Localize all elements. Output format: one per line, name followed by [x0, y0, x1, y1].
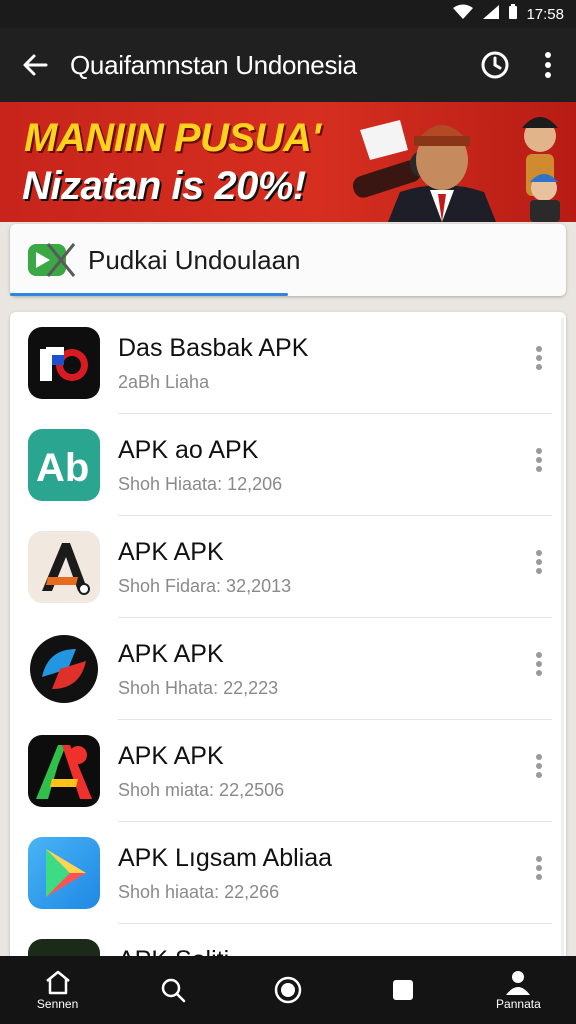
item-more-button[interactable] — [524, 746, 554, 786]
list-item[interactable]: Das Basbak APK 2aBh Liaha — [10, 312, 566, 414]
app-name: APK ao APK — [118, 436, 259, 464]
nav-recents[interactable] — [346, 956, 461, 1024]
banner-illustration — [352, 117, 560, 222]
square-icon — [393, 980, 414, 1000]
profile-icon — [506, 971, 531, 995]
app-meta: Shoh Fidara: 32,2013 — [118, 576, 292, 596]
back-arrow-icon — [23, 54, 48, 76]
bottom-nav: Sennen Pannata — [0, 956, 576, 1024]
more-vertical-icon — [545, 52, 551, 78]
app-name: APK APK — [118, 742, 224, 770]
list-item[interactable]: APK Lıgsam Abliaa Shoh hiaata: 22,266 — [10, 822, 566, 924]
app-name: APK Lıgsam Abliaa — [118, 844, 333, 872]
search-bar[interactable]: Pudkai Undoulaan — [10, 224, 566, 296]
more-vertical-icon — [536, 754, 542, 778]
status-time: 17:58 — [526, 5, 564, 23]
wifi-icon — [452, 4, 474, 24]
app-name: APK APK — [118, 538, 224, 566]
nav-home-label: Sennen — [36, 997, 79, 1011]
play-store-icon — [28, 837, 100, 909]
battery-icon — [508, 4, 518, 24]
item-more-button[interactable] — [524, 338, 554, 378]
more-vertical-icon — [536, 856, 542, 880]
nav-home[interactable]: Sennen — [0, 956, 115, 1024]
banner-subheadline: Nizatan is 20%! — [22, 164, 306, 208]
app-list: Das Basbak APK 2aBh Liaha Ab APK ao APK … — [10, 312, 566, 972]
app-bar: Quaifamnstan Undonesia — [0, 28, 576, 102]
list-item[interactable]: APK APK Shoh miata: 22,2506 — [10, 720, 566, 822]
app-name: Das Basbak APK — [118, 334, 309, 362]
back-button[interactable] — [0, 28, 70, 102]
store-logo-icon — [28, 243, 76, 277]
svg-text:Ab: Ab — [36, 446, 89, 490]
search-label: Pudkai Undoulaan — [88, 244, 301, 275]
a-letter-icon — [28, 531, 100, 603]
promo-banner[interactable]: MANIIN PUSUA' Nizatan is 20%! — [0, 102, 576, 222]
history-button[interactable] — [470, 28, 520, 102]
nav-profile-label: Pannata — [496, 997, 541, 1011]
app-meta: Shoh miata: 22,2506 — [118, 780, 285, 800]
page-title: Quaifamnstan Undonesia — [70, 49, 357, 80]
more-vertical-icon — [536, 346, 542, 370]
circle-button-icon — [274, 976, 302, 1004]
status-bar: 17:58 — [0, 0, 576, 28]
nav-search[interactable] — [115, 956, 230, 1024]
item-more-button[interactable] — [524, 440, 554, 480]
pix-icon — [28, 327, 100, 399]
home-icon — [45, 970, 70, 995]
more-vertical-icon — [536, 448, 542, 472]
app-name: APK APK — [118, 640, 224, 668]
app-meta: Shoh Hhata: 22,223 — [118, 678, 279, 698]
item-more-button[interactable] — [524, 542, 554, 582]
item-more-button[interactable] — [524, 644, 554, 684]
signal-icon — [482, 4, 500, 24]
colorful-a-icon — [28, 735, 100, 807]
list-item[interactable]: APK APK Shoh Hhata: 22,223 — [10, 618, 566, 720]
red-blue-swirl-icon — [28, 633, 100, 705]
item-more-button[interactable] — [524, 848, 554, 888]
scrollbar[interactable] — [561, 318, 564, 958]
nav-home-button[interactable] — [230, 956, 345, 1024]
list-item[interactable]: APK APK Shoh Fidara: 32,2013 — [10, 516, 566, 618]
more-vertical-icon — [536, 550, 542, 574]
list-item[interactable]: Ab APK ao APK Shoh Hiaata: 12,206 — [10, 414, 566, 516]
search-icon — [161, 978, 186, 1003]
clock-icon — [481, 51, 509, 79]
app-meta: Shoh Hiaata: 12,206 — [118, 474, 283, 494]
loading-progress-bar — [10, 293, 288, 296]
nav-profile[interactable]: Pannata — [461, 956, 576, 1024]
ab-icon: Ab — [28, 429, 100, 501]
app-meta: 2aBh Liaha — [118, 372, 210, 392]
app-meta: Shoh hiaata: 22,266 — [118, 882, 280, 902]
more-vertical-icon — [536, 652, 542, 676]
overflow-menu-button[interactable] — [520, 28, 576, 102]
banner-headline: MANIIN PUSUA' — [24, 116, 321, 160]
